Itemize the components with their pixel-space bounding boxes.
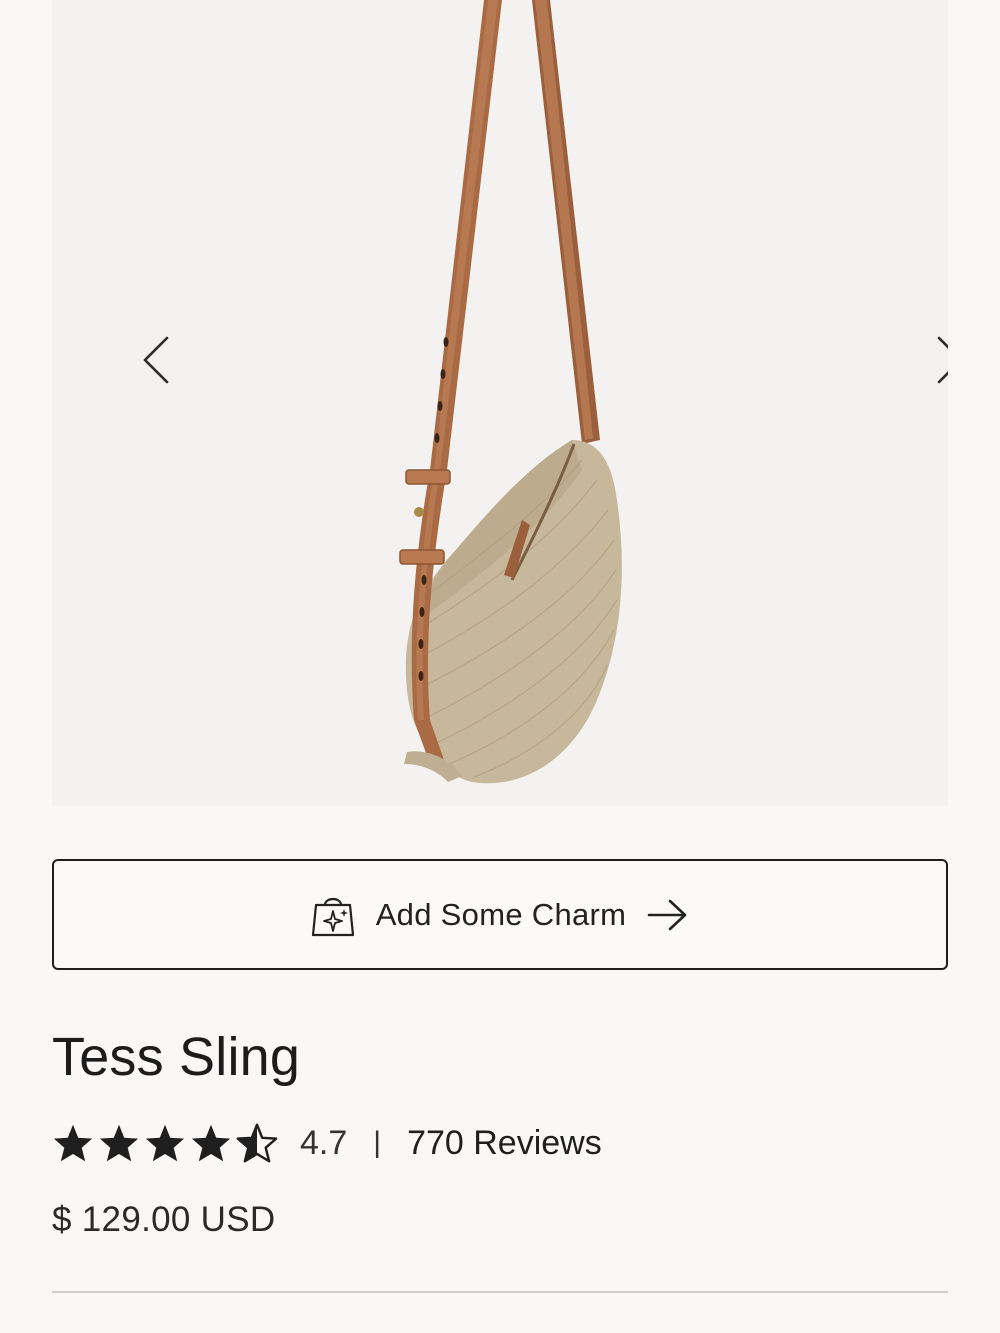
previous-image-button[interactable] — [128, 330, 184, 390]
next-image-button[interactable] — [922, 330, 948, 390]
product-price: $ 129.00 USD — [52, 1200, 276, 1239]
rating-separator: | — [373, 1126, 382, 1159]
rating-summary: 4.7 | 770 Reviews — [52, 1118, 602, 1168]
chevron-left-icon — [143, 336, 169, 384]
product-image-gallery[interactable] — [52, 0, 948, 806]
sparkle-bag-icon — [311, 897, 354, 936]
product-image — [399, 0, 622, 784]
star-half-icon — [236, 1123, 278, 1163]
product-title: Tess Sling — [52, 1027, 301, 1087]
product-page: Add Some Charm Tess Sling 4.7 | 770 Revi… — [0, 0, 1000, 1333]
star-full-icon — [191, 1124, 231, 1162]
rating-value: 4.7 — [300, 1123, 348, 1162]
arrow-right-icon — [647, 899, 687, 930]
star-rating — [52, 1123, 278, 1163]
reviews-link[interactable]: 770 Reviews — [407, 1124, 602, 1163]
star-full-icon — [145, 1124, 185, 1162]
add-some-charm-label: Add Some Charm — [375, 896, 627, 932]
star-full-icon — [53, 1124, 93, 1162]
star-full-icon — [99, 1124, 139, 1162]
chevron-right-icon — [937, 336, 948, 384]
divider — [52, 1291, 948, 1293]
add-some-charm-button[interactable]: Add Some Charm — [52, 859, 948, 970]
